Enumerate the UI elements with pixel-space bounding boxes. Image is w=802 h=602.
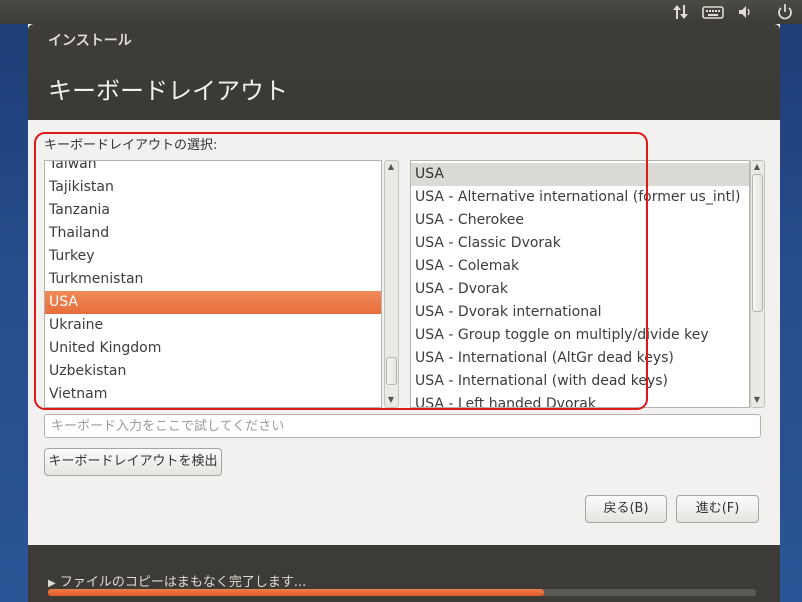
power-icon[interactable] — [775, 2, 795, 22]
status-line[interactable]: ▶ ファイルのコピーはまもなく完了します... — [48, 571, 306, 590]
expand-triangle-icon[interactable]: ▶ — [48, 578, 56, 589]
keyboard-icon[interactable] — [702, 2, 724, 22]
detect-layout-button[interactable]: キーボードレイアウトを検出 — [44, 448, 222, 476]
forward-button[interactable]: 進む(F) — [676, 495, 759, 523]
variant-list-scrollbar[interactable]: ▲ ▼ — [750, 160, 765, 408]
status-text: ファイルのコピーはまもなく完了します... — [59, 575, 307, 590]
page-title: キーボードレイアウト — [48, 77, 288, 105]
window-title: インストール — [48, 33, 132, 49]
window-header: インストール キーボードレイアウト — [28, 24, 780, 120]
keyboard-test-input[interactable]: キーボード入力をここで試してください — [44, 414, 761, 438]
progress-bar — [48, 589, 756, 596]
volume-icon[interactable] — [737, 2, 753, 22]
scroll-down-arrow-icon[interactable]: ▼ — [751, 395, 763, 405]
highlight-frame — [34, 132, 648, 410]
variant-list-scroll-thumb[interactable] — [752, 174, 763, 312]
progress-section: ▶ ファイルのコピーはまもなく完了します... — [28, 545, 780, 602]
network-updown-icon[interactable] — [671, 2, 691, 22]
progress-fill — [48, 589, 544, 596]
top-panel — [0, 0, 802, 24]
scroll-up-arrow-icon[interactable]: ▲ — [751, 162, 763, 172]
back-button[interactable]: 戻る(B) — [585, 495, 667, 523]
